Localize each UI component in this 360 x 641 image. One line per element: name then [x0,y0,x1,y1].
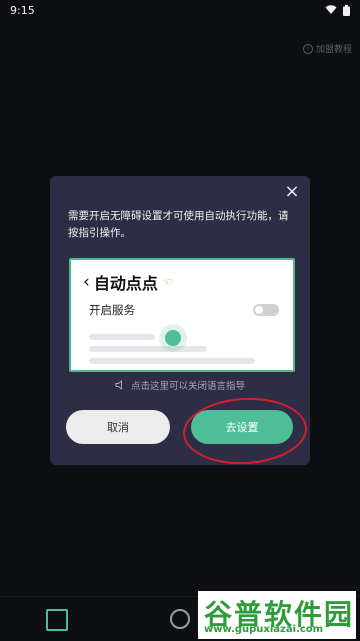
status-icons [325,4,350,16]
nav-center-icon[interactable] [170,609,190,629]
preview-title: ‹ 自动点点 ☜ [83,270,173,294]
hand-icon: ☜ [161,275,173,289]
service-label: 开启服务 [89,303,135,317]
service-toggle [253,304,279,316]
battery-icon [343,4,350,16]
touch-indicator [165,330,181,346]
voice-hint[interactable]: 点击这里可以关闭语言指导 [50,378,310,392]
tutorial-link[interactable]: i 加盟教程 [302,42,352,55]
skeleton-line [89,346,207,352]
back-chevron-icon: ‹ [83,272,90,292]
watermark-logo: 谷普软件园 www.gupuxiazai.com [198,591,356,639]
watermark-url: www.gupuxiazai.com [204,624,324,635]
status-time: 9:15 [10,3,35,17]
skeleton-line [89,334,155,340]
skeleton-line [89,358,255,364]
speaker-icon [115,380,122,390]
info-icon: i [302,43,313,54]
tutorial-link-label: 加盟教程 [315,45,352,55]
wifi-icon [325,5,337,14]
guide-preview: ‹ 自动点点 ☜ 开启服务 [69,258,295,372]
cancel-button[interactable]: 取消 [66,410,170,444]
dialog-message: 需要开启无障碍设置才可使用自动执行功能，请按指引操作。 [68,210,289,239]
nav-home-icon[interactable] [46,609,68,631]
status-bar: 9:15 [0,0,360,20]
close-icon[interactable]: × [284,183,300,201]
service-row: 开启服务 [89,302,279,318]
preview-title-text: 自动点点 [93,274,158,293]
voice-hint-text: 点击这里可以关闭语言指导 [130,381,245,392]
